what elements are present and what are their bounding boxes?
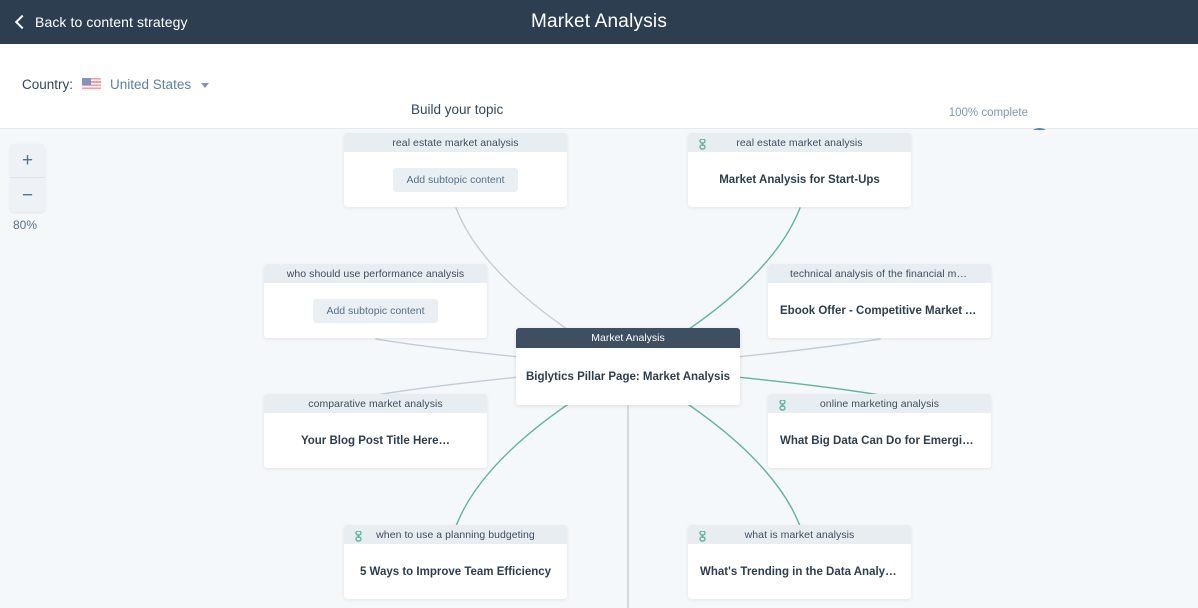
subtopic-node[interactable]: who should use performance analysis Add s… — [264, 264, 487, 338]
subtopic-node-keyword: when to use a planning budgeting — [376, 528, 535, 541]
subtopic-node[interactable]: real estate market analysis Add subtopic … — [344, 133, 567, 207]
topic-cluster-canvas[interactable]: + − 80% Market Analysis Biglytics Pillar… — [0, 130, 1198, 608]
zoom-controls[interactable]: + − — [10, 144, 45, 212]
sub-header-bar: Country: United States Build your topic … — [0, 44, 1198, 151]
subtopic-node-header: what is market analysis — [688, 525, 911, 544]
subtopic-node-title: Ebook Offer - Competitive Market Analysi… — [780, 304, 979, 317]
country-selector[interactable]: Country: United States — [22, 77, 210, 92]
subtopic-node-header: online marketing analysis — [768, 394, 991, 413]
subtopic-node-header: when to use a planning budgeting — [344, 525, 567, 544]
pillar-node-title: Biglytics Pillar Page: Market Analysis — [525, 370, 731, 383]
subtopic-node-title: 5 Ways to Improve Team Efficiency — [359, 565, 552, 578]
country-value[interactable]: United States — [110, 77, 191, 92]
subtopic-node-title: What's Trending in the Data Analysis Mar… — [700, 565, 899, 578]
subtopic-node[interactable]: what is market analysis What's Trending i… — [688, 525, 911, 599]
us-flag-icon — [82, 78, 102, 91]
subtopic-node[interactable]: online marketing analysis What Big Data C… — [768, 394, 991, 468]
subtopic-node[interactable]: when to use a planning budgeting 5 Ways t… — [344, 525, 567, 599]
build-your-topic-label: Build your topic — [411, 102, 504, 117]
subtopic-node-body[interactable]: 5 Ways to Improve Team Efficiency — [344, 544, 567, 599]
add-subtopic-content-button[interactable]: Add subtopic content — [393, 167, 518, 192]
chevron-left-icon — [14, 16, 26, 28]
subtopic-node-header: real estate market analysis — [688, 133, 911, 152]
subtopic-node[interactable]: real estate market analysis Market Analys… — [688, 133, 911, 207]
subtopic-node-body[interactable]: Add subtopic content — [344, 152, 567, 207]
zoom-in-button[interactable]: + — [10, 144, 45, 178]
subtopic-node-body[interactable]: What Big Data Can Do for Emerging Indus… — [768, 413, 991, 468]
subtopic-node-keyword: real estate market analysis — [392, 136, 519, 149]
subtopic-node-keyword: comparative market analysis — [308, 397, 443, 410]
back-to-content-strategy-link[interactable]: Back to content strategy — [14, 14, 188, 30]
subtopic-node-body[interactable]: Your Blog Post Title Here… — [264, 413, 487, 468]
subtopic-node-title: Market Analysis for Start-Ups — [719, 173, 880, 186]
subtopic-node-keyword: technical analysis of the financial mark… — [790, 267, 986, 280]
subtopic-node-header: comparative market analysis — [264, 394, 487, 413]
subtopic-node-keyword: what is market analysis — [744, 528, 855, 541]
link-icon — [699, 529, 706, 542]
add-subtopic-content-button[interactable]: Add subtopic content — [313, 298, 438, 323]
subtopic-node-title: What Big Data Can Do for Emerging Indus… — [780, 434, 979, 447]
country-label: Country: — [22, 77, 74, 92]
subtopic-node-body[interactable]: Ebook Offer - Competitive Market Analysi… — [768, 283, 991, 338]
subtopic-node[interactable]: technical analysis of the financial mark… — [768, 264, 991, 338]
zoom-out-button[interactable]: − — [10, 178, 45, 212]
zoom-level-label: 80% — [13, 218, 38, 232]
progress-complete-label: 100% complete — [948, 107, 1028, 119]
link-icon — [355, 529, 362, 542]
subtopic-node-header: real estate market analysis — [344, 133, 567, 152]
subtopic-node-body[interactable]: Market Analysis for Start-Ups — [688, 152, 911, 207]
link-icon — [779, 398, 786, 411]
subtopic-node-body[interactable]: What's Trending in the Data Analysis Mar… — [688, 544, 911, 599]
subtopic-node-header: who should use performance analysis — [264, 264, 487, 283]
subtopic-node-keyword: online marketing analysis — [819, 397, 940, 410]
chevron-down-icon[interactable] — [201, 83, 210, 88]
top-header-bar: Back to content strategy Market Analysis — [0, 0, 1198, 44]
pillar-node-header: Market Analysis — [516, 328, 740, 348]
pillar-page-node[interactable]: Market Analysis Biglytics Pillar Page: M… — [516, 328, 740, 405]
subtopic-node[interactable]: comparative market analysis Your Blog Pos… — [264, 394, 487, 468]
subtopic-node-body[interactable]: Add subtopic content — [264, 283, 487, 338]
subtopic-node-keyword: real estate market analysis — [736, 136, 863, 149]
subtopic-node-title: Your Blog Post Title Here… — [300, 434, 451, 447]
subtopic-node-header: technical analysis of the financial mark… — [768, 264, 991, 283]
back-link-label: Back to content strategy — [35, 14, 188, 30]
pillar-node-body[interactable]: Biglytics Pillar Page: Market Analysis — [516, 348, 740, 405]
link-icon — [699, 137, 706, 150]
pillar-node-keyword: Market Analysis — [591, 332, 665, 344]
subtopic-node-keyword: who should use performance analysis — [286, 267, 465, 280]
